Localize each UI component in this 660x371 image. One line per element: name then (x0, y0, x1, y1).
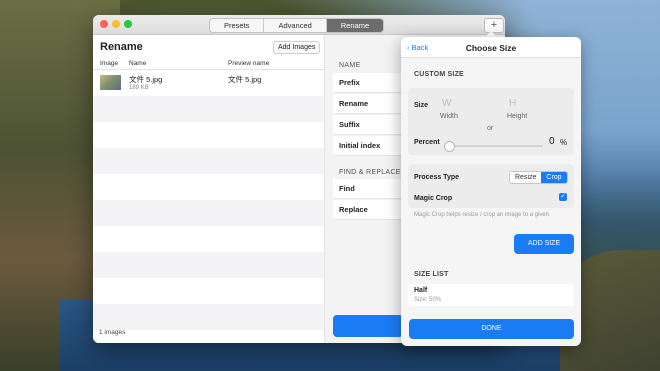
initial-index-field[interactable]: Initial index (333, 136, 405, 156)
rename-field[interactable]: Rename (333, 94, 405, 114)
width-caption: Width (440, 113, 458, 120)
process-resize-option[interactable]: Resize (510, 172, 542, 183)
column-image: Image (100, 60, 119, 67)
process-type-control: Resize Crop (509, 171, 568, 184)
size-label: Size (414, 102, 429, 109)
process-type-label: Process Type (414, 174, 460, 181)
size-item-detail: Size: 50% (414, 297, 442, 303)
height-caption: Height (507, 113, 528, 120)
add-images-button[interactable]: Add Images (273, 41, 321, 54)
popover-header: ‹ Back Choose Size (401, 37, 581, 58)
list-item[interactable]: Half Size: 50% (408, 284, 574, 306)
rename-label: Rename (339, 99, 369, 108)
percent-slider[interactable] (446, 145, 543, 147)
width-input[interactable]: W (442, 98, 451, 109)
add-size-button[interactable]: ADD SIZE (514, 234, 574, 254)
percent-label: Percent (414, 139, 440, 146)
replace-field[interactable]: Replace (333, 200, 405, 220)
process-crop-option[interactable]: Crop (541, 172, 567, 183)
popover-title: Choose Size (465, 43, 517, 53)
replace-label: Replace (339, 205, 368, 214)
tab-rename[interactable]: Rename (326, 19, 384, 32)
choose-size-popover: ‹ Back Choose Size CUSTOM SIZE Size W Wi… (401, 37, 581, 346)
preview-name: 文件 5.jpg (228, 75, 262, 84)
done-button[interactable]: DONE (409, 319, 574, 339)
rename-action-button[interactable] (333, 315, 403, 337)
table-row[interactable]: 文件 5.jpg 189 KB 文件 5.jpg (93, 70, 324, 96)
find-label: Find (339, 184, 355, 193)
percent-value: 0 (549, 136, 555, 147)
empty-row (93, 96, 324, 122)
table-header: Image Name Preview name (93, 59, 324, 70)
prefix-label: Prefix (339, 78, 360, 87)
empty-row (93, 174, 324, 200)
empty-row (93, 226, 324, 252)
size-list-heading: SIZE LIST (414, 271, 449, 278)
empty-row (93, 148, 324, 174)
file-name: 文件 5.jpg (129, 75, 163, 84)
section-name: NAME (339, 62, 361, 69)
or-label: or (487, 125, 494, 132)
initial-index-label: Initial index (339, 141, 381, 150)
minimize-window-button[interactable] (112, 20, 120, 28)
magic-crop-label: Magic Crop (414, 195, 453, 202)
empty-row (93, 304, 324, 330)
empty-row (93, 278, 324, 304)
suffix-field[interactable]: Suffix (333, 115, 405, 135)
find-field[interactable]: Find (333, 179, 405, 199)
magic-crop-hint: Magic Crop helps resize / crop an image … (414, 212, 550, 218)
titlebar: Presets Advanced Rename + (93, 15, 505, 35)
image-thumbnail (100, 75, 121, 90)
size-item-name: Half (414, 287, 428, 294)
column-preview-name: Preview name (228, 60, 270, 67)
height-input[interactable]: H (509, 98, 516, 109)
section-find-replace: FIND & REPLACE (339, 169, 401, 176)
column-name: Name (129, 60, 147, 67)
suffix-label: Suffix (339, 120, 360, 129)
empty-row (93, 122, 324, 148)
zoom-window-button[interactable] (124, 20, 132, 28)
percent-unit: % (560, 138, 568, 147)
image-list-panel: Rename Add Images Image Name Preview nam… (93, 35, 325, 343)
page-title: Rename (100, 41, 143, 53)
file-size: 189 KB (129, 85, 149, 91)
tab-advanced[interactable]: Advanced (264, 19, 327, 32)
image-table: 文件 5.jpg 189 KB 文件 5.jpg (93, 70, 324, 330)
empty-row (93, 252, 324, 278)
close-window-button[interactable] (100, 20, 108, 28)
custom-size-heading: CUSTOM SIZE (414, 71, 464, 78)
prefix-field[interactable]: Prefix (333, 73, 405, 93)
magic-crop-checkbox[interactable]: ✓ (559, 193, 567, 201)
tab-switcher: Presets Advanced Rename (209, 18, 385, 33)
image-count: 1 images (99, 329, 126, 336)
empty-row (93, 200, 324, 226)
tab-presets[interactable]: Presets (210, 19, 265, 32)
percent-slider-handle[interactable] (444, 141, 455, 152)
